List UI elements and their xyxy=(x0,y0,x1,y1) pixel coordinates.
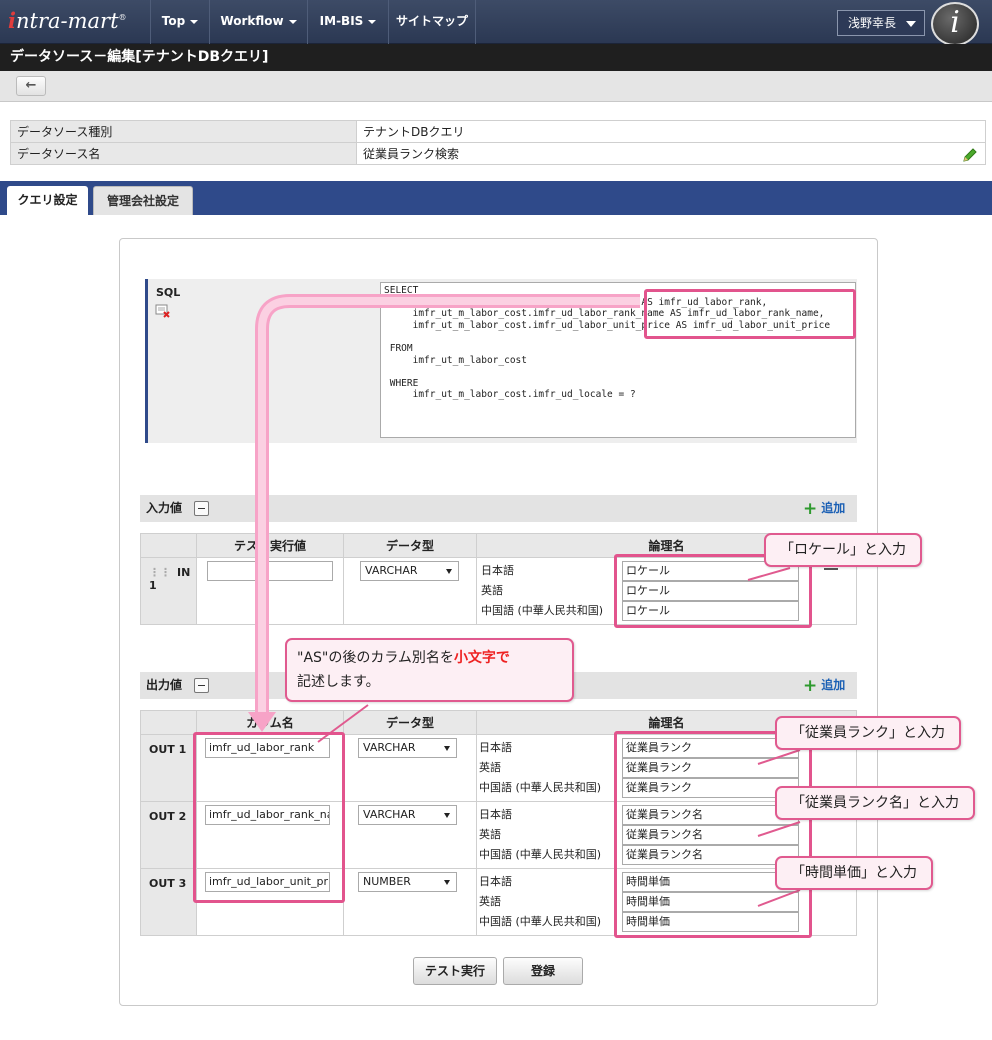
column-header: データ型 xyxy=(343,710,477,735)
nav-im-bis[interactable]: IM-BIS xyxy=(307,0,388,44)
plus-icon: + xyxy=(803,498,818,519)
language-label: 日本語 xyxy=(481,564,514,577)
input-section-header: 入力値 xyxy=(140,495,857,522)
input-section-title: 入力値 xyxy=(146,501,183,515)
toolbar xyxy=(0,71,992,102)
nav-top[interactable]: Top xyxy=(150,0,209,44)
column-header: データ型 xyxy=(343,533,477,558)
nav-sitemap[interactable]: サイトマップ xyxy=(388,0,476,44)
language-label: 中国語 (中華人民共和国) xyxy=(479,848,602,861)
language-label: 中国語 (中華人民共和国) xyxy=(479,915,602,928)
row-id: ⋮⋮ IN 1 xyxy=(140,557,197,625)
callout-locale: 「ロケール」と入力 xyxy=(764,533,922,567)
collapse-icon[interactable] xyxy=(194,501,209,516)
info-value: 従業員ランク検索 xyxy=(356,142,986,165)
register-button[interactable]: 登録 xyxy=(503,957,583,985)
highlight-sql-aliases xyxy=(644,289,856,339)
add-input-button[interactable]: + 追加 xyxy=(803,498,845,519)
datatype-select[interactable]: VARCHAR xyxy=(358,738,457,758)
row-id: OUT 1 xyxy=(140,734,197,802)
chevron-down-icon xyxy=(906,21,916,27)
language-label: 日本語 xyxy=(479,875,512,888)
add-output-button[interactable]: + 追加 xyxy=(803,675,845,696)
nav-workflow[interactable]: Workflow xyxy=(209,0,307,44)
test-value-input[interactable] xyxy=(207,561,333,581)
info-value: テナントDBクエリ xyxy=(356,120,986,143)
tab-query-settings[interactable]: クエリ設定 xyxy=(7,186,88,215)
callout-as-note: "AS"の後のカラム別名を小文字で 記述します。 xyxy=(285,638,574,702)
datatype-select[interactable]: NUMBER xyxy=(358,872,457,892)
language-label: 英語 xyxy=(479,761,501,774)
datatype-select[interactable]: VARCHAR xyxy=(358,805,457,825)
language-label: 英語 xyxy=(479,828,501,841)
language-label: 日本語 xyxy=(479,741,512,754)
highlight-column-names xyxy=(193,732,345,903)
row-id: OUT 2 xyxy=(140,801,197,869)
language-label: 日本語 xyxy=(479,808,512,821)
language-label: 中国語 (中華人民共和国) xyxy=(479,781,602,794)
sql-label: SQL xyxy=(156,286,181,299)
avatar[interactable]: i xyxy=(931,2,979,46)
callout-rank-name: 「従業員ランク名」と入力 xyxy=(775,786,975,820)
user-menu[interactable]: 浅野幸長 xyxy=(837,10,925,36)
test-run-button[interactable]: テスト実行 xyxy=(413,957,497,985)
datasource-info-table: データソース種別 テナントDBクエリ データソース名 従業員ランク検索 xyxy=(10,120,986,165)
table-row: データソース名 従業員ランク検索 xyxy=(10,142,986,165)
language-label: 英語 xyxy=(481,584,503,597)
info-key: データソース種別 xyxy=(10,120,357,143)
datatype-select[interactable]: VARCHAR xyxy=(360,561,459,581)
output-section-title: 出力値 xyxy=(146,678,183,692)
drag-handle-icon[interactable]: ⋮⋮ xyxy=(149,566,171,579)
intra-mart-logo[interactable]: intra-mart® xyxy=(8,8,127,33)
language-label: 英語 xyxy=(479,895,501,908)
info-key: データソース名 xyxy=(10,142,357,165)
callout-rank: 「従業員ランク」と入力 xyxy=(775,716,961,750)
table-row: データソース種別 テナントDBクエリ xyxy=(10,120,986,143)
callout-unit-price: 「時間単価」と入力 xyxy=(775,856,933,890)
highlight-output-names xyxy=(614,731,812,938)
pencil-icon[interactable] xyxy=(962,147,978,163)
plus-icon: + xyxy=(803,675,818,696)
tab-company-settings[interactable]: 管理会社設定 xyxy=(93,186,193,215)
language-label: 中国語 (中華人民共和国) xyxy=(481,604,604,617)
clear-sql-icon[interactable] xyxy=(155,304,171,318)
remove-row-icon[interactable] xyxy=(824,568,838,570)
back-button[interactable]: ← xyxy=(16,76,46,96)
collapse-icon[interactable] xyxy=(194,678,209,693)
arrow-left-icon: ← xyxy=(25,78,37,93)
column-header: カラム名 xyxy=(196,710,344,735)
page-title: データソース－編集[テナントDBクエリ] xyxy=(0,44,992,71)
row-id: OUT 3 xyxy=(140,868,197,936)
column-header: テスト実行値 xyxy=(196,533,344,558)
